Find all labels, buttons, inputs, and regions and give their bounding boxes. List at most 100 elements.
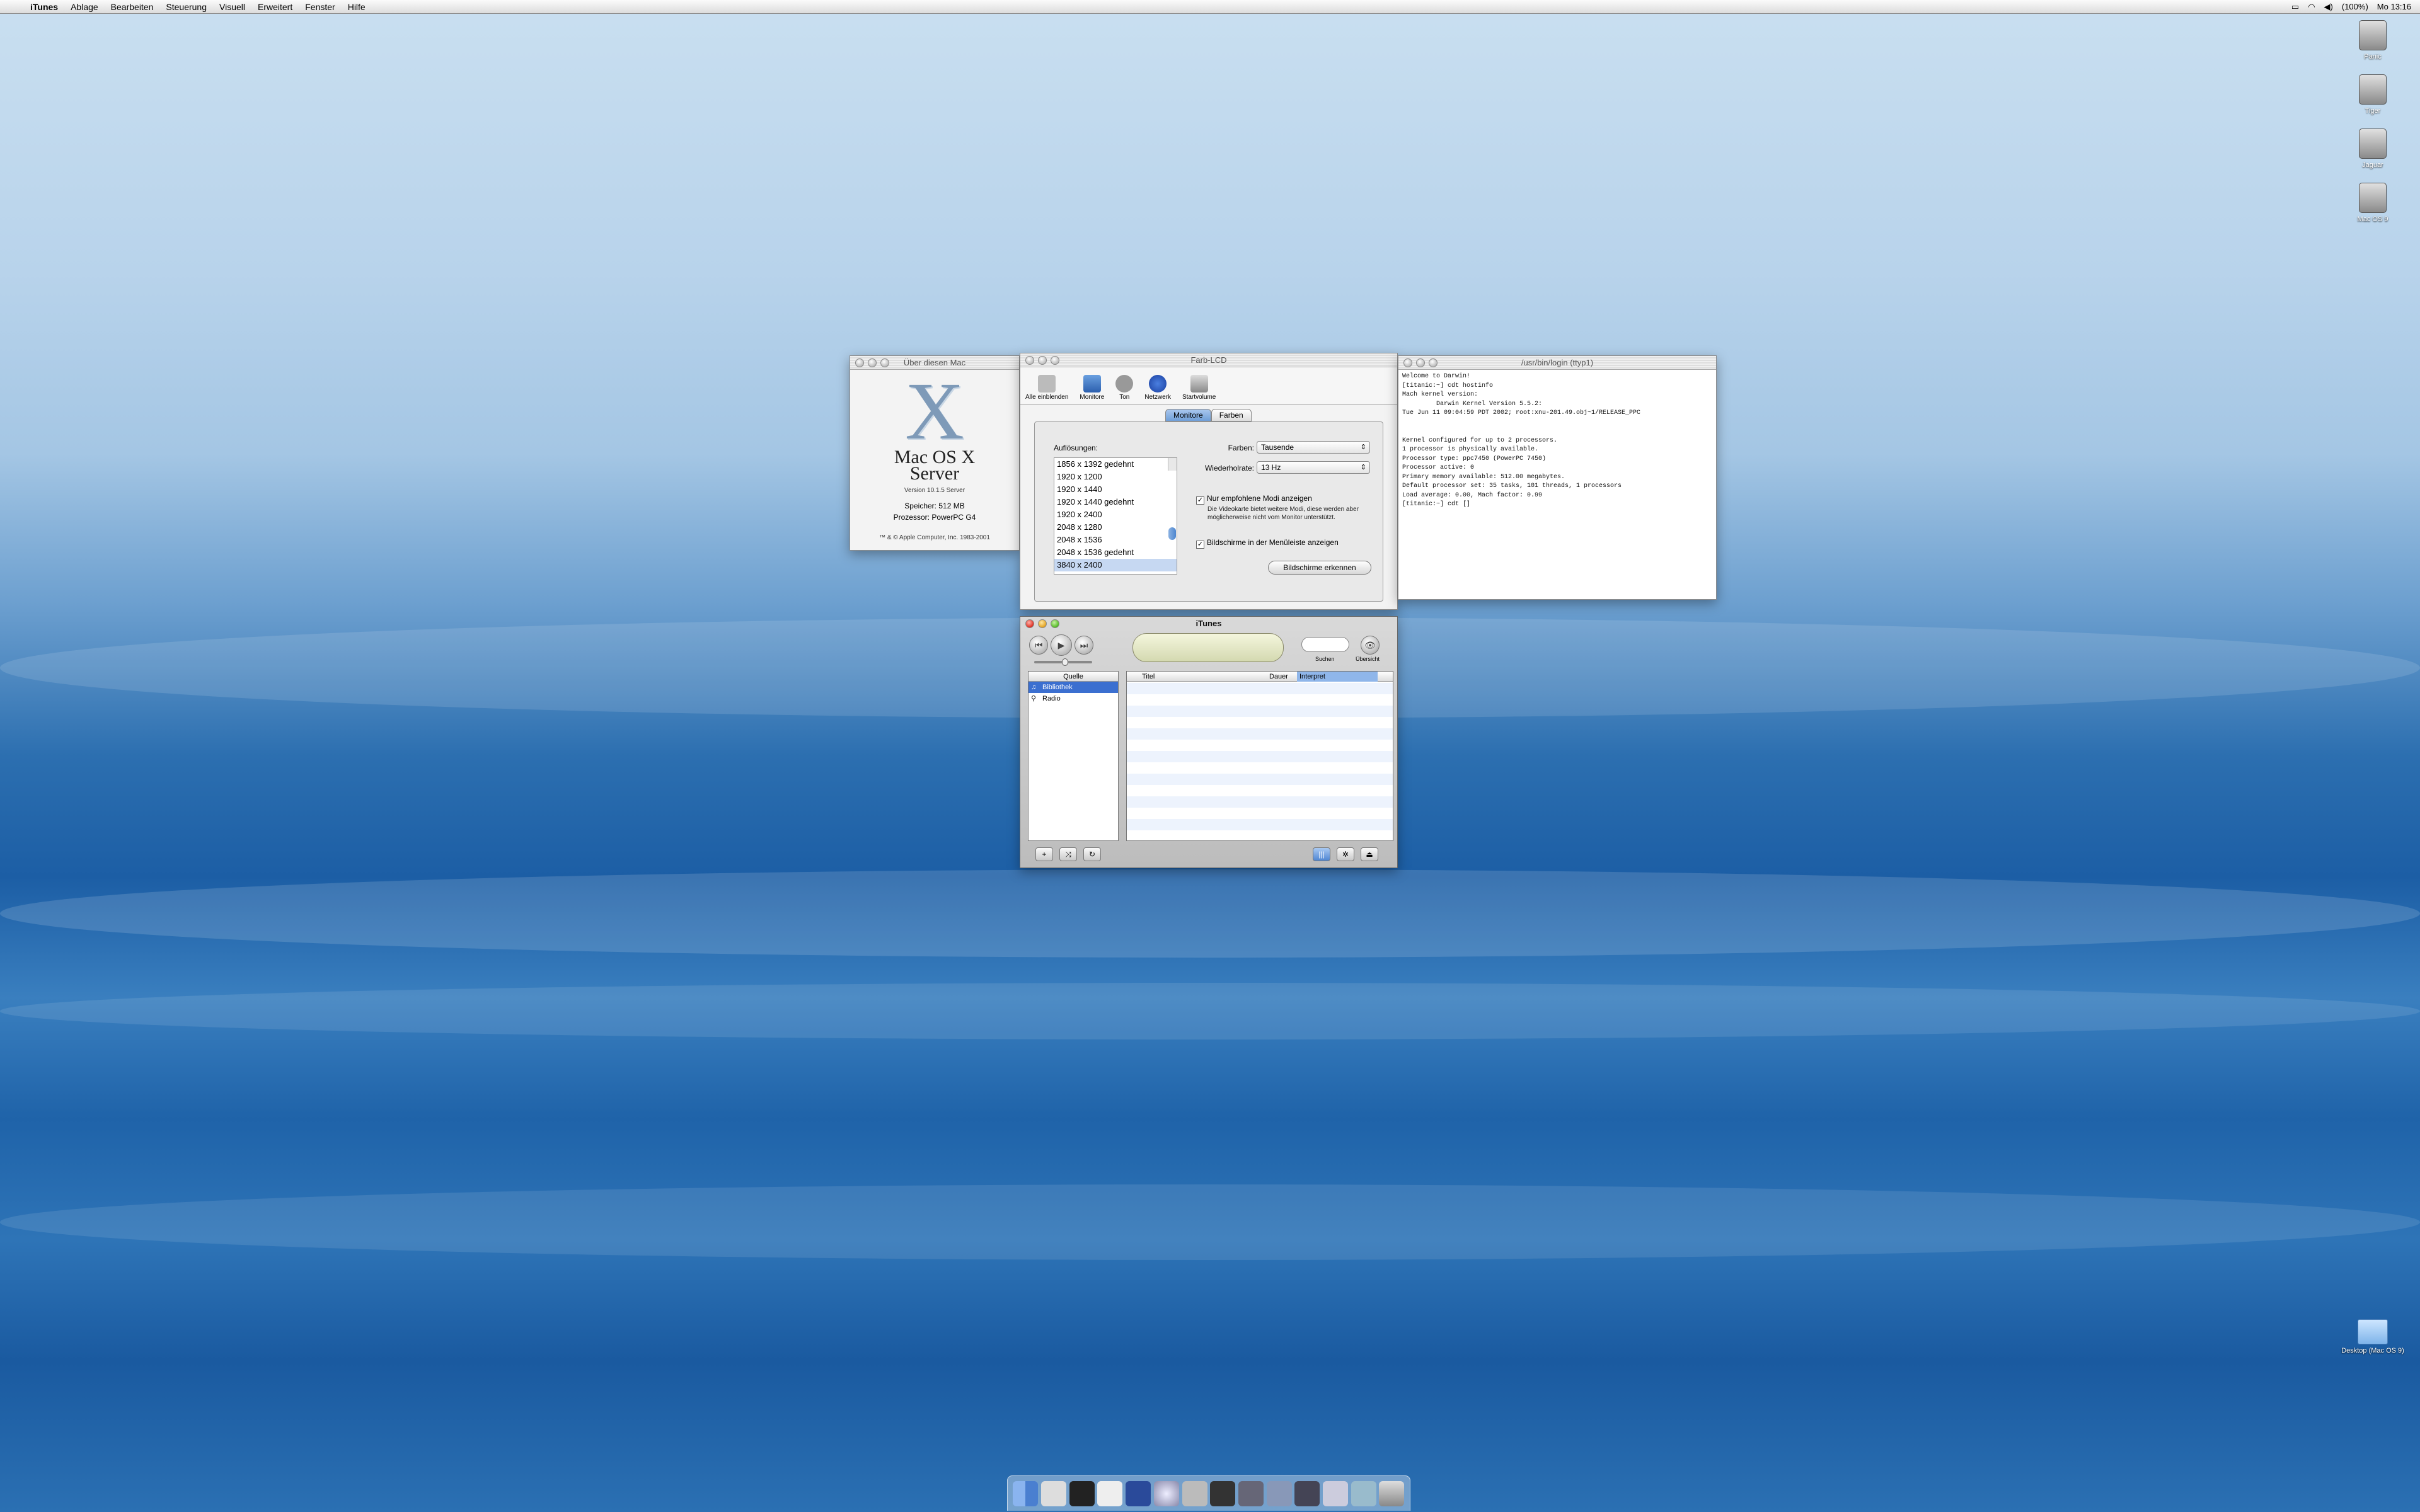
scroll-thumb[interactable]	[1168, 527, 1176, 540]
resolution-item[interactable]: 1920 x 2400	[1054, 508, 1177, 521]
minimize-icon[interactable]	[1038, 356, 1047, 365]
search-input[interactable]	[1301, 637, 1349, 652]
network-utility-icon[interactable]	[1238, 1480, 1264, 1506]
volume-slider[interactable]	[1034, 658, 1092, 666]
hard-drive-icon	[2359, 129, 2387, 159]
menu-ablage[interactable]: Ablage	[64, 0, 105, 14]
wallpaper-wave	[0, 983, 2420, 1040]
toolbar-show-all[interactable]: Alle einblenden	[1025, 375, 1068, 401]
volume-icon[interactable]: ◀)	[2324, 0, 2333, 14]
hard-drive-icon	[2359, 74, 2387, 105]
shuffle-button[interactable]: ⤨	[1059, 847, 1077, 861]
minimize-icon[interactable]	[868, 358, 877, 367]
resolution-item[interactable]: 1920 x 1440 gedehnt	[1054, 496, 1177, 508]
textedit-icon[interactable]	[1097, 1480, 1123, 1506]
zoom-icon[interactable]	[1429, 358, 1438, 367]
hard-drive-icon	[1190, 375, 1208, 392]
recommended-modes-checkbox[interactable]: ✓ Nur empfohlene Modi anzeigen	[1196, 494, 1312, 505]
resolution-item[interactable]: 1920 x 1200	[1054, 471, 1177, 483]
desktop-drive-jaguar[interactable]: Jaguar	[2344, 129, 2401, 169]
airport-icon[interactable]: ◠	[2308, 0, 2315, 14]
zoom-icon[interactable]	[880, 358, 889, 367]
menu-fenster[interactable]: Fenster	[299, 0, 341, 14]
info-icon[interactable]	[1294, 1480, 1320, 1506]
menu-app-name[interactable]: iTunes	[24, 0, 64, 14]
trash-icon[interactable]	[1379, 1480, 1405, 1506]
recommended-note: Die Videokarte bietet weitere Modi, dies…	[1207, 506, 1359, 521]
tab-monitors[interactable]: Monitore	[1165, 409, 1211, 421]
eject-button[interactable]: ⏏	[1361, 847, 1378, 861]
about-title-bar[interactable]: Über diesen Mac	[850, 356, 1019, 370]
terminal-output[interactable]: Welcome to Darwin! [titanic:~] cdt hosti…	[1398, 370, 1716, 599]
prefs-title-bar[interactable]: Farb-LCD	[1020, 353, 1397, 367]
apple-menu-icon[interactable]	[10, 2, 19, 12]
column-title[interactable]: Titel	[1142, 672, 1155, 682]
menu-bearbeiten[interactable]: Bearbeiten	[105, 0, 160, 14]
volume-knob[interactable]	[1062, 658, 1068, 666]
source-item-radio[interactable]: ⚲ Radio	[1028, 693, 1118, 704]
menubar-displays-checkbox[interactable]: ✓ Bildschirme in der Menüleiste anzeigen	[1196, 538, 1339, 549]
menu-steuerung[interactable]: Steuerung	[159, 0, 213, 14]
resolution-item[interactable]: 1856 x 1392 gedehnt	[1054, 458, 1177, 471]
itunes-title-bar[interactable]: iTunes	[1020, 617, 1397, 631]
toolbar-monitors[interactable]: Monitore	[1080, 375, 1104, 401]
desktop-drive-panic[interactable]: Panic	[2344, 20, 2401, 60]
song-list[interactable]: Titel Dauer Interpret	[1126, 671, 1393, 841]
terminal-icon[interactable]	[1069, 1480, 1095, 1506]
menu-erweitert[interactable]: Erweitert	[251, 0, 299, 14]
equalizer-button[interactable]: |||	[1313, 847, 1330, 861]
terminal-title-bar[interactable]: /usr/bin/login (ttyp1)	[1398, 356, 1716, 370]
resolution-scrollbar[interactable]	[1168, 458, 1177, 540]
resolution-item[interactable]: 1920 x 1440	[1054, 483, 1177, 496]
repeat-button[interactable]: ↻	[1083, 847, 1101, 861]
resolution-list[interactable]: 1856 x 1392 gedehnt 1920 x 1200 1920 x 1…	[1054, 457, 1177, 575]
resolution-item[interactable]: 2048 x 1536	[1054, 534, 1177, 546]
desktop-drive-macos9[interactable]: Mac OS 9	[2344, 183, 2401, 223]
close-icon[interactable]	[1025, 356, 1034, 365]
console-icon[interactable]	[1210, 1480, 1236, 1506]
resolution-item[interactable]: 2048 x 1536 gedehnt	[1054, 546, 1177, 559]
zoom-icon[interactable]	[1051, 356, 1059, 365]
minimize-icon[interactable]	[1416, 358, 1425, 367]
column-artist[interactable]: Interpret	[1297, 672, 1378, 682]
display-icon[interactable]: ▭	[2291, 0, 2299, 14]
detect-displays-button[interactable]: Bildschirme erkennen	[1268, 561, 1371, 575]
application-icon[interactable]	[1323, 1480, 1349, 1506]
preview-icon[interactable]	[1182, 1480, 1207, 1506]
new-playlist-button[interactable]: +	[1035, 847, 1053, 861]
battery-status[interactable]: (100%)	[2342, 0, 2368, 14]
clock[interactable]: Mo 13:16	[2377, 0, 2411, 14]
refresh-popup[interactable]: 13 Hz	[1257, 461, 1370, 474]
source-item-library[interactable]: ♫ Bibliothek	[1028, 682, 1118, 693]
menu-hilfe[interactable]: Hilfe	[342, 0, 372, 14]
resolution-item-selected[interactable]: 3840 x 2400	[1054, 559, 1177, 571]
next-button[interactable]: ⏭	[1075, 636, 1093, 655]
toolbar-startup-disk[interactable]: Startvolume	[1182, 375, 1216, 401]
itunes-icon[interactable]	[1153, 1480, 1179, 1506]
close-icon[interactable]	[1403, 358, 1412, 367]
os-version: Version 10.1.5 Server	[904, 487, 965, 494]
tab-colors[interactable]: Farben	[1211, 409, 1252, 421]
close-icon[interactable]	[855, 358, 864, 367]
resolution-item[interactable]: 2048 x 1280	[1054, 521, 1177, 534]
desktop-drive-tiger[interactable]: Tiger	[2344, 74, 2401, 115]
colors-popup[interactable]: Tausende	[1257, 441, 1370, 454]
toolbar-sound[interactable]: Ton	[1115, 375, 1134, 401]
previous-button[interactable]: ⏮	[1029, 636, 1048, 655]
toolbar-network[interactable]: Netzwerk	[1144, 375, 1171, 401]
menu-visuell[interactable]: Visuell	[213, 0, 251, 14]
desktop-folder[interactable]: Desktop (Mac OS 9)	[2332, 1319, 2414, 1354]
minimize-icon[interactable]	[1038, 619, 1047, 628]
browse-button[interactable]: 👁	[1361, 636, 1380, 655]
zoom-icon[interactable]	[1051, 619, 1059, 628]
imovie-icon[interactable]	[1126, 1480, 1151, 1506]
finder-icon[interactable]	[1013, 1480, 1039, 1506]
visualizer-button[interactable]: ✲	[1337, 847, 1354, 861]
system-preferences-icon[interactable]	[1266, 1480, 1292, 1506]
column-duration[interactable]: Dauer	[1269, 672, 1288, 682]
search-label: Suchen	[1315, 656, 1335, 662]
mail-icon[interactable]	[1041, 1480, 1067, 1506]
developer-icon[interactable]	[1351, 1480, 1376, 1506]
play-button[interactable]: ▶	[1051, 634, 1072, 656]
close-icon[interactable]	[1025, 619, 1034, 628]
